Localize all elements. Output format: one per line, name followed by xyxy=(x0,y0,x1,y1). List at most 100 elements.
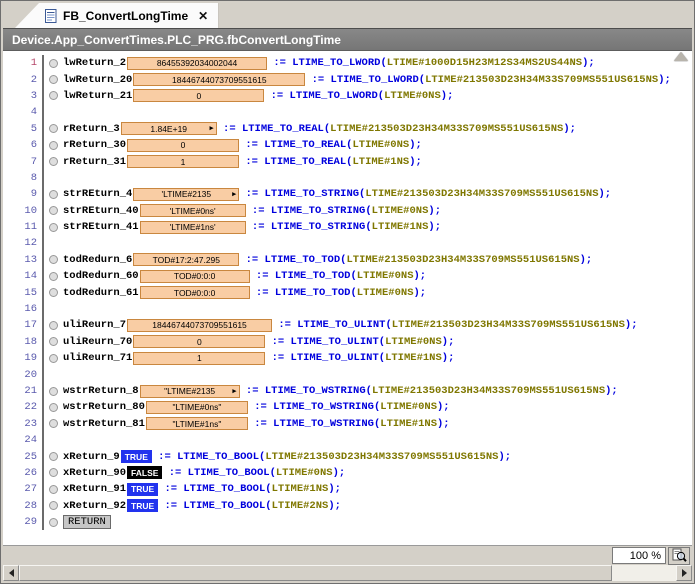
statement[interactable]: todRedurn_6 TOD#17:2:47.295 := LTIME_TO_T… xyxy=(63,253,592,267)
expand-arrow-icon[interactable]: ▶ xyxy=(232,387,236,398)
inline-value-box[interactable]: TOD#0:0:0 xyxy=(139,286,250,300)
close-paren-semicolon: ); xyxy=(332,466,346,479)
statement[interactable]: strREturn_40 'LTIME#0ns' := LTIME_TO_STRI… xyxy=(63,204,441,218)
breakpoint-bullet[interactable] xyxy=(49,517,58,527)
inline-value-box[interactable]: "LTIME#1ns" xyxy=(145,417,248,431)
inline-value-box[interactable]: 18446744073709551615 xyxy=(127,318,273,332)
horizontal-scrollbar[interactable] xyxy=(3,565,692,581)
magnifier-button[interactable] xyxy=(668,546,690,565)
inline-value-box[interactable]: TOD#17:2:47.295 xyxy=(133,253,240,267)
breakpoint-bullet[interactable] xyxy=(49,189,58,199)
expand-arrow-icon[interactable]: ▶ xyxy=(210,124,214,135)
breakpoint-bullet[interactable] xyxy=(49,206,58,216)
statement[interactable]: wstrReturn_81 "LTIME#1ns" := LTIME_TO_WST… xyxy=(63,417,450,431)
ltime-literal: LTIME#2NS xyxy=(271,499,329,512)
line-number: 8 xyxy=(3,169,44,187)
statement[interactable]: uliReurn_70 0 := LTIME_TO_ULINT(LTIME#0NS… xyxy=(63,335,454,349)
statement[interactable]: lwReturn_20 18446744073709551615 := LTIME… xyxy=(63,73,671,87)
gutter-cell xyxy=(44,189,63,199)
inline-value-box[interactable]: 'LTIME#0ns' xyxy=(139,204,246,218)
inline-bool-value[interactable]: TRUE xyxy=(127,482,159,496)
statement[interactable]: xReturn_92 TRUE := LTIME_TO_BOOL(LTIME#2N… xyxy=(63,499,341,513)
expand-arrow-icon[interactable]: ▶ xyxy=(232,190,236,201)
breakpoint-bullet[interactable] xyxy=(49,353,58,363)
breakpoint-bullet[interactable] xyxy=(49,320,58,330)
variable-name: strREturn_41 xyxy=(63,221,139,234)
statement[interactable]: strREturn_4 'LTIME#2135 ▶ := LTIME_TO_STRI… xyxy=(63,187,612,201)
statement[interactable]: wstrReturn_8 "LTIME#2135 ▶ := LTIME_TO_WST… xyxy=(63,384,618,398)
split-handle-icon[interactable] xyxy=(674,52,688,61)
inline-value-box[interactable]: "LTIME#2135 ▶ xyxy=(139,384,240,398)
inline-value-box[interactable]: 0 xyxy=(127,138,240,152)
zoom-level[interactable]: 100 % xyxy=(612,547,666,564)
statement[interactable]: xReturn_91 TRUE := LTIME_TO_BOOL(LTIME#1N… xyxy=(63,482,341,496)
statement[interactable]: rReturn_3 1.84E+19 ▶ := LTIME_TO_REAL(LTIM… xyxy=(63,122,576,136)
statement[interactable]: todRedurn_60 TOD#0:0:0 := LTIME_TO_TOD(LT… xyxy=(63,269,426,283)
inline-value-box[interactable]: 1.84E+19 ▶ xyxy=(120,122,217,136)
breakpoint-bullet[interactable] xyxy=(49,501,58,511)
inline-value-box[interactable]: 'LTIME#2135 ▶ xyxy=(133,187,240,201)
assign-operator: := xyxy=(265,335,291,348)
close-paren-semicolon: ); xyxy=(563,122,576,135)
statement[interactable]: xReturn_9 TRUE := LTIME_TO_BOOL(LTIME#213… xyxy=(63,450,511,464)
statement[interactable]: RETURN xyxy=(63,515,111,530)
statement[interactable]: lwReturn_2 86455392034002044 := LTIME_TO_… xyxy=(63,56,595,70)
breakpoint-bullet[interactable] xyxy=(49,140,58,150)
inline-value-box[interactable]: 1 xyxy=(127,155,240,169)
breakpoint-bullet[interactable] xyxy=(49,91,58,101)
breakpoint-bullet[interactable] xyxy=(49,157,58,167)
inline-value-box[interactable]: 18446744073709551615 xyxy=(133,73,306,87)
scrollbar-track[interactable] xyxy=(612,565,676,581)
breakpoint-bullet[interactable] xyxy=(49,402,58,412)
breakpoint-bullet[interactable] xyxy=(49,271,58,281)
statement[interactable]: lwReturn_21 0 := LTIME_TO_LWORD(LTIME#0NS… xyxy=(63,89,453,103)
assign-operator: := xyxy=(264,89,290,102)
breakpoint-bullet[interactable] xyxy=(49,58,58,68)
breakpoint-bullet[interactable] xyxy=(49,484,58,494)
breakpoint-bullet[interactable] xyxy=(49,452,58,462)
breakpoint-bullet[interactable] xyxy=(49,222,58,232)
breakpoint-bullet[interactable] xyxy=(49,124,58,134)
close-icon[interactable]: ✕ xyxy=(198,9,208,23)
inline-value-box[interactable]: 1 xyxy=(133,351,266,365)
line-number: 28 xyxy=(3,497,44,514)
breakpoint-bullet[interactable] xyxy=(49,75,58,85)
code-line: 13 todRedurn_6 TOD#17:2:47.295 := LTIME_TO… xyxy=(3,251,692,269)
statement[interactable]: rReturn_30 0 := LTIME_TO_REAL(LTIME#0NS); xyxy=(63,138,422,152)
inline-value-box[interactable]: 86455392034002044 xyxy=(127,56,268,70)
breakpoint-bullet[interactable] xyxy=(49,255,58,265)
inline-value-box[interactable]: "LTIME#0ns" xyxy=(145,400,248,414)
code-line: 19 uliReurn_71 1 := LTIME_TO_ULINT(LTIME#1… xyxy=(3,350,692,367)
variable-name: todRedurn_61 xyxy=(63,286,139,299)
scroll-left-button[interactable] xyxy=(3,565,19,581)
statement[interactable]: xReturn_90 FALSE := LTIME_TO_BOOL(LTIME#0… xyxy=(63,466,346,480)
code-editor[interactable]: 1 lwReturn_2 86455392034002044 := LTIME_TO… xyxy=(3,51,692,545)
close-paren-semicolon: ); xyxy=(598,188,612,201)
statement[interactable]: wstrReturn_80 "LTIME#0ns" := LTIME_TO_WST… xyxy=(63,400,450,414)
inline-bool-value[interactable]: FALSE xyxy=(127,466,163,480)
inline-value-box[interactable]: 0 xyxy=(133,335,266,349)
line-number: 14 xyxy=(3,268,44,285)
scroll-right-button[interactable] xyxy=(676,565,692,581)
breakpoint-bullet[interactable] xyxy=(49,288,58,298)
tab-fb-convertlongtime[interactable]: FB_ConvertLongTime ✕ xyxy=(15,3,219,28)
statement[interactable]: strREturn_41 'LTIME#1ns' := LTIME_TO_STRI… xyxy=(63,220,441,234)
function-name: LTIME_TO_BOOL xyxy=(183,483,266,496)
statement[interactable]: uliReurn_7 18446744073709551615 := LTIME_… xyxy=(63,318,638,332)
scrollbar-thumb[interactable] xyxy=(19,565,612,581)
inline-value-box[interactable]: 0 xyxy=(133,89,265,103)
breakpoint-bullet[interactable] xyxy=(49,419,58,429)
line-number: 13 xyxy=(3,251,44,269)
function-name: LTIME_TO_WSTRING xyxy=(264,385,366,397)
statement[interactable]: todRedurn_61 TOD#0:0:0 := LTIME_TO_TOD(LT… xyxy=(63,286,426,300)
function-name: LTIME_TO_BOOL xyxy=(187,466,270,479)
breakpoint-bullet[interactable] xyxy=(49,386,58,396)
statement[interactable]: uliReurn_71 1 := LTIME_TO_ULINT(LTIME#1NS… xyxy=(63,351,454,365)
inline-value-box[interactable]: TOD#0:0:0 xyxy=(139,269,250,283)
statement[interactable]: rReturn_31 1 := LTIME_TO_REAL(LTIME#1NS); xyxy=(63,155,422,169)
breakpoint-bullet[interactable] xyxy=(49,337,58,347)
breakpoint-bullet[interactable] xyxy=(49,468,58,478)
inline-value-box[interactable]: 'LTIME#1ns' xyxy=(139,220,246,234)
inline-bool-value[interactable]: TRUE xyxy=(120,450,152,464)
inline-bool-value[interactable]: TRUE xyxy=(127,499,159,513)
